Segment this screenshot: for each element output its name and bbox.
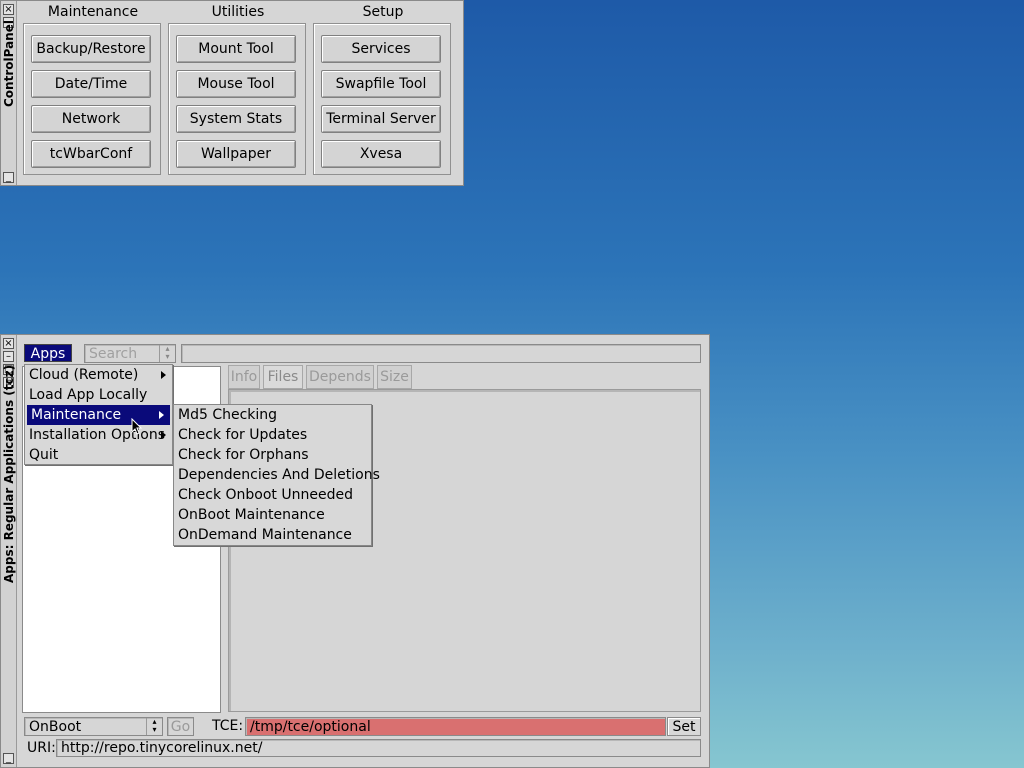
- search-placeholder: Search: [89, 346, 138, 362]
- apps-dropdown-menu: Cloud (Remote) Load App Locally Maintena…: [24, 364, 173, 465]
- group-maintenance: Maintenance Backup/Restore Date/Time Net…: [23, 4, 161, 175]
- close-icon[interactable]: ×: [3, 4, 14, 15]
- menu-item-cloud-remote[interactable]: Cloud (Remote): [25, 365, 172, 385]
- network-button[interactable]: Network: [31, 105, 151, 133]
- xvesa-button[interactable]: Xvesa: [321, 140, 441, 168]
- uri-label: URI:: [27, 740, 56, 756]
- tab-size[interactable]: Size: [377, 365, 412, 389]
- onboot-select-value: OnBoot: [29, 719, 82, 735]
- maintenance-submenu: Md5 Checking Check for Updates Check for…: [173, 404, 380, 546]
- group-setup: Setup Services Swapfile Tool Terminal Se…: [313, 4, 451, 175]
- spinner-arrows-icon[interactable]: ▴ ▾: [159, 345, 175, 362]
- menu-item-quit[interactable]: Quit: [25, 445, 172, 465]
- menu-item-installation-options[interactable]: Installation Options: [25, 425, 172, 445]
- spinner-arrows-icon[interactable]: ▴ ▾: [146, 718, 162, 735]
- terminal-server-button[interactable]: Terminal Server: [321, 105, 441, 133]
- onboot-select[interactable]: OnBoot ▴ ▾: [24, 717, 163, 736]
- shade-icon[interactable]: _: [3, 172, 14, 183]
- tab-files[interactable]: Files: [263, 365, 303, 389]
- uri-input[interactable]: http://repo.tinycorelinux.net/: [56, 739, 701, 757]
- tce-path-input[interactable]: /tmp/tce/optional: [245, 717, 666, 736]
- group-label: Maintenance: [47, 4, 139, 20]
- submenu-item-md5-checking[interactable]: Md5 Checking: [174, 405, 371, 425]
- menu-item-label: Cloud (Remote): [29, 367, 139, 383]
- menu-item-label: Load App Locally: [29, 387, 148, 403]
- apps-titlebar[interactable]: × – □ ▫ Apps: Regular Applications (tcz)…: [1, 335, 17, 767]
- search-select[interactable]: Search ▴ ▾: [84, 344, 176, 363]
- apps-window-title: Apps: Regular Applications (tcz): [2, 364, 16, 583]
- date-time-button[interactable]: Date/Time: [31, 70, 151, 98]
- submenu-item-check-onboot-unneeded[interactable]: Check Onboot Unneeded: [174, 485, 371, 505]
- submenu-item-ondemand-maintenance[interactable]: OnDemand Maintenance: [174, 525, 371, 545]
- submenu-item-dependencies-and-deletions[interactable]: Dependencies And Deletions: [174, 465, 380, 485]
- submenu-arrow-icon: [161, 371, 166, 379]
- mount-tool-button[interactable]: Mount Tool: [176, 35, 296, 63]
- go-button[interactable]: Go: [167, 717, 194, 736]
- control-panel-title: ControlPanel: [2, 20, 16, 107]
- menu-item-label: Installation Options: [29, 427, 166, 443]
- system-stats-button[interactable]: System Stats: [176, 105, 296, 133]
- tcwbarconf-button[interactable]: tcWbarConf: [31, 140, 151, 168]
- submenu-arrow-icon: [159, 411, 164, 419]
- wallpaper-button[interactable]: Wallpaper: [176, 140, 296, 168]
- control-panel-titlebar[interactable]: × – ControlPanel _: [1, 1, 17, 185]
- tab-info[interactable]: Info: [228, 365, 260, 389]
- menu-item-label: Maintenance: [31, 407, 122, 423]
- group-label: Utilities: [211, 4, 265, 20]
- group-label: Setup: [362, 4, 404, 20]
- tce-label: TCE:: [212, 718, 244, 734]
- backup-restore-button[interactable]: Backup/Restore: [31, 35, 151, 63]
- search-input[interactable]: [181, 344, 701, 363]
- tab-depends[interactable]: Depends: [306, 365, 374, 389]
- group-utilities: Utilities Mount Tool Mouse Tool System S…: [168, 4, 306, 175]
- menu-item-load-app-locally[interactable]: Load App Locally: [25, 385, 172, 405]
- apps-menu-button[interactable]: Apps: [24, 344, 72, 362]
- control-panel-window: × – ControlPanel _ Maintenance Backup/Re…: [0, 0, 464, 186]
- services-button[interactable]: Services: [321, 35, 441, 63]
- close-icon[interactable]: ×: [3, 338, 14, 349]
- submenu-item-check-for-orphans[interactable]: Check for Orphans: [174, 445, 371, 465]
- mouse-tool-button[interactable]: Mouse Tool: [176, 70, 296, 98]
- menu-item-maintenance[interactable]: Maintenance: [27, 405, 170, 425]
- mouse-cursor-icon: [131, 418, 143, 435]
- submenu-item-onboot-maintenance[interactable]: OnBoot Maintenance: [174, 505, 371, 525]
- shade-icon[interactable]: _: [3, 753, 14, 764]
- set-button[interactable]: Set: [667, 717, 701, 736]
- menu-item-label: Quit: [29, 447, 59, 463]
- swapfile-tool-button[interactable]: Swapfile Tool: [321, 70, 441, 98]
- submenu-arrow-icon: [161, 431, 166, 439]
- minimize-icon[interactable]: –: [3, 351, 14, 362]
- submenu-item-check-for-updates[interactable]: Check for Updates: [174, 425, 371, 445]
